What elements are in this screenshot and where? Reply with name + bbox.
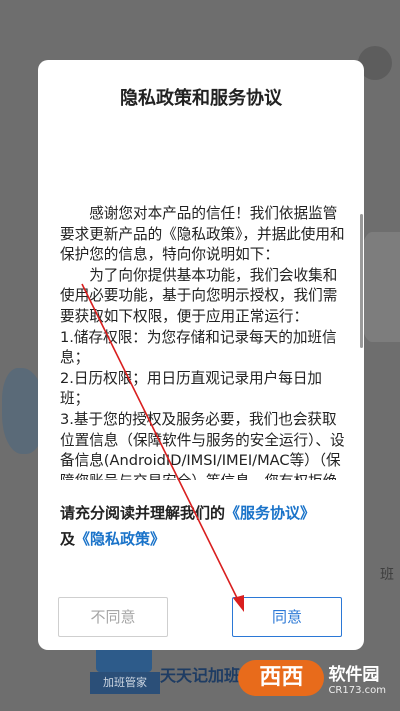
- agreement-notice: 请充分阅读并理解我们的《服务协议》 及《隐私政策》: [60, 500, 352, 552]
- privacy-policy-link[interactable]: 《隐私政策》: [75, 530, 165, 548]
- site-watermark: 西西 软件园 CR173.com: [238, 660, 386, 696]
- policy-paragraph: 1.储存权限：为您存储和记录每天的加班信息；: [60, 328, 337, 367]
- policy-paragraph: 3.基于您的授权及服务必要，我们也会获取位置信息（保障软件与服务的安全运行）、设…: [60, 410, 345, 480]
- agree-button[interactable]: 同意: [232, 597, 342, 637]
- disagree-button[interactable]: 不同意: [58, 597, 168, 637]
- privacy-dialog: 隐私政策和服务协议 感谢您对本产品的信任！我们依据监管要求更新产品的《隐私政策》…: [38, 60, 364, 650]
- app-name: 天天记加班: [160, 666, 241, 685]
- app-tag: 加班管家: [90, 672, 160, 694]
- watermark-text: 软件园 CR173.com: [328, 660, 386, 696]
- policy-paragraph: 为了向你提供基本功能，我们会收集和使用必要功能，基于向您明示授权，我们需要获取如…: [60, 266, 338, 325]
- watermark-name: 软件园: [328, 665, 380, 685]
- dialog-title: 隐私政策和服务协议: [120, 88, 282, 109]
- content-scrollbar[interactable]: [360, 214, 363, 348]
- service-agreement-link[interactable]: 《服务协议》: [225, 504, 315, 522]
- background-side-text: 班: [380, 567, 394, 583]
- notice-and-text: 及: [60, 530, 76, 548]
- notice-text: 请充分阅读并理解我们的: [60, 504, 226, 522]
- policy-paragraph: 2.日历权限；用日历直观记录用户每日加班；: [60, 369, 323, 408]
- watermark-url: CR173.com: [328, 685, 386, 696]
- policy-paragraph: 感谢您对本产品的信任！我们依据监管要求更新产品的《隐私政策》，并据此使用和保护您…: [60, 205, 345, 264]
- policy-content[interactable]: 感谢您对本产品的信任！我们依据监管要求更新产品的《隐私政策》，并据此使用和保护您…: [60, 204, 350, 480]
- watermark-badge: 西西: [238, 660, 325, 696]
- background-side-graphic: [360, 232, 400, 342]
